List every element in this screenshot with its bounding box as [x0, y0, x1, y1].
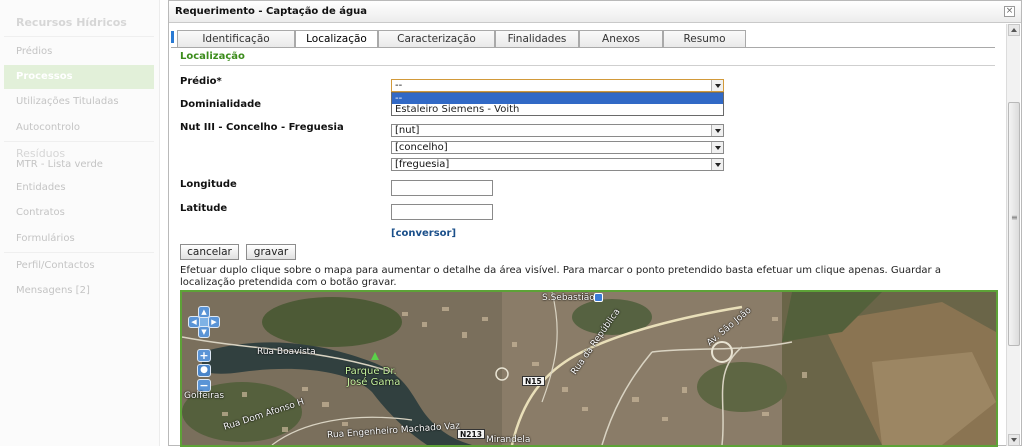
tab-identificacao[interactable]: Identificação: [177, 30, 295, 47]
sidebar-divider: [4, 252, 154, 253]
map-zoom-control: + ● −: [197, 349, 211, 393]
pegman-icon[interactable]: ●: [197, 364, 211, 377]
map-label-golfeiras: Golfeiras: [184, 391, 225, 401]
nut-select[interactable]: [nut]: [391, 124, 724, 137]
map-pan-control[interactable]: ▲ ▼ ◀ ▶: [188, 306, 220, 338]
section-title: Localização: [180, 51, 245, 62]
longitude-input[interactable]: [391, 180, 493, 196]
pan-right-icon[interactable]: ▶: [208, 316, 220, 328]
sidebar-item-processos[interactable]: Processos: [4, 65, 154, 89]
sidebar-item-recursos-hidricos[interactable]: Recursos Hídricos: [4, 16, 154, 30]
road-shield-n213: N213: [457, 429, 485, 439]
freguesia-select[interactable]: [freguesia]: [391, 158, 724, 171]
predio-label: Prédio*: [180, 76, 222, 87]
map-label-rua-boavista: Rua Boavista: [257, 347, 316, 357]
sidebar-item-perfil-contactos[interactable]: Perfil/Contactos: [4, 259, 154, 273]
bus-stop-icon: [594, 293, 603, 302]
pan-down-icon[interactable]: ▼: [198, 326, 210, 338]
sidebar-item-contratos[interactable]: Contratos: [4, 206, 154, 220]
sidebar-item-entidades[interactable]: Entidades: [4, 181, 154, 195]
nut-label: Nut III - Concelho - Freguesia: [180, 122, 344, 133]
freguesia-select-value: [freguesia]: [395, 159, 450, 170]
sidebar-divider: [4, 141, 154, 142]
requerimento-dialog: Requerimento - Captação de água × Identi…: [168, 0, 1022, 447]
dialog-titlebar: Requerimento - Captação de água ×: [169, 1, 1021, 23]
chevron-down-icon[interactable]: [711, 142, 723, 153]
dialog-title: Requerimento - Captação de água: [175, 6, 367, 17]
sidebar-item-mensagens[interactable]: Mensagens [2]: [4, 284, 154, 298]
location-map[interactable]: ▲ ▼ ◀ ▶ + ● − S.Sebastião Rua Boavista P…: [180, 290, 998, 447]
section-divider: [180, 65, 995, 66]
map-help-text: Efetuar duplo clique sobre o mapa para a…: [180, 265, 941, 288]
satellite-imagery: [182, 292, 996, 445]
park-marker-icon: [371, 352, 379, 360]
predio-select-value: --: [395, 80, 403, 91]
sidebar-nav: Recursos Hídricos Prédios Processos Util…: [0, 0, 160, 446]
cancel-button[interactable]: cancelar: [180, 244, 239, 260]
tab-anexos[interactable]: Anexos: [579, 30, 663, 47]
close-icon[interactable]: ×: [1004, 6, 1015, 17]
predio-dropdown-list: -- Estaleiro Siemens - Voith: [391, 92, 724, 116]
predio-option[interactable]: Estaleiro Siemens - Voith: [392, 104, 723, 115]
latitude-input[interactable]: [391, 204, 493, 220]
map-label-parque: Parque Dr.: [345, 366, 397, 377]
tab-finalidades[interactable]: Finalidades: [495, 30, 579, 47]
sidebar-item-utilizacoes-tituladas[interactable]: Utilizações Tituladas: [4, 95, 154, 109]
map-label-sebastiao: S.Sebastião: [542, 293, 595, 303]
dialog-scrollbar[interactable]: [1006, 24, 1020, 446]
sidebar-item-autocontrolo[interactable]: Autocontrolo: [4, 121, 154, 135]
tab-caracterizacao[interactable]: Caracterização: [378, 30, 495, 47]
map-label-mirandela: Mirandela: [486, 435, 531, 445]
latitude-label: Latitude: [180, 203, 228, 214]
zoom-in-icon[interactable]: +: [197, 349, 211, 362]
tab-localizacao[interactable]: Localização: [295, 30, 378, 48]
scroll-up-icon[interactable]: [1008, 24, 1020, 36]
chevron-down-icon[interactable]: [711, 125, 723, 136]
pan-left-icon[interactable]: ◀: [188, 316, 200, 328]
save-button[interactable]: gravar: [246, 244, 296, 260]
road-shield-n15: N15: [522, 376, 545, 386]
predio-select[interactable]: --: [391, 79, 724, 92]
predio-option[interactable]: --: [392, 93, 723, 104]
sidebar-item-formularios[interactable]: Formulários: [4, 232, 154, 246]
conversor-link[interactable]: [conversor]: [391, 228, 456, 239]
tab-accent-marker: [171, 31, 174, 43]
longitude-label: Longitude: [180, 179, 237, 190]
concelho-select[interactable]: [concelho]: [391, 141, 724, 154]
tab-underline: [171, 47, 995, 48]
chevron-down-icon[interactable]: [711, 80, 723, 91]
sidebar-divider: [4, 36, 154, 37]
concelho-select-value: [concelho]: [395, 142, 448, 153]
dominialidade-label: Dominialidade: [180, 99, 262, 110]
tab-resumo[interactable]: Resumo: [663, 30, 746, 47]
nut-select-value: [nut]: [395, 125, 420, 136]
sidebar-item-predios[interactable]: Prédios: [4, 45, 154, 59]
map-label-jose-gama: José Gama: [347, 377, 401, 388]
sidebar-item-mtr-lista-verde[interactable]: MTR - Lista verde: [4, 158, 154, 172]
scroll-thumb[interactable]: [1008, 102, 1020, 346]
chevron-down-icon[interactable]: [711, 159, 723, 170]
scroll-down-icon[interactable]: [1008, 434, 1020, 446]
